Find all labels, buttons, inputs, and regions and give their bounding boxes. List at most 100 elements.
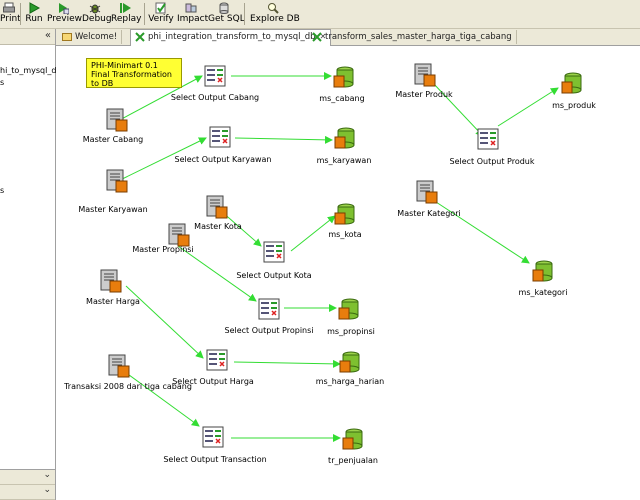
collapse-icon[interactable]: « — [45, 30, 51, 41]
preview-label: Preview — [47, 14, 83, 24]
print-label: Print — [0, 14, 21, 24]
tab-label: phi_integration_transform_to_mysql_db — [148, 32, 316, 42]
select-output-karyawan-step[interactable] — [209, 126, 231, 150]
step-label: ms_propinsi — [327, 327, 375, 336]
collapsed-panel[interactable]: ⌄ — [0, 485, 55, 500]
table-input-icon — [206, 195, 228, 219]
tree-item[interactable]: hi_to_mysql_db — [0, 66, 61, 75]
editor-tab-bar: Welcome! phi_integration_transform_to_my… — [56, 29, 640, 46]
transaksi-step[interactable] — [108, 354, 130, 378]
note-line: Final Transformation to DB — [91, 70, 172, 88]
collapsed-panel[interactable]: ⌄ — [0, 470, 55, 485]
explore-db-button[interactable]: Explore DB — [250, 1, 300, 27]
ms-kategori-step[interactable] — [532, 260, 554, 284]
tr-penjualan-step[interactable] — [342, 428, 364, 452]
step-label: ms_kota — [328, 230, 362, 239]
hop — [234, 135, 333, 144]
run-icon — [29, 2, 40, 14]
master-propinsi-step[interactable] — [168, 223, 190, 247]
tree-item[interactable]: s — [0, 186, 4, 195]
left-panel: « hi_to_mysql_db s s ⌄ ⌄ — [0, 29, 61, 500]
step-label: Master Produk — [395, 90, 453, 99]
table-output-icon — [342, 428, 363, 450]
master-karyawan-step[interactable] — [106, 169, 128, 193]
step-label: tr_penjualan — [328, 456, 378, 465]
table-output-icon — [339, 351, 360, 373]
master-cabang-step[interactable] — [106, 108, 128, 132]
replay-label: Replay — [111, 14, 142, 24]
verify-button[interactable]: Verify — [148, 1, 174, 27]
preview-button[interactable]: Preview — [47, 1, 83, 27]
note-box[interactable]: PHI-Minimart 0.1 Final Transformation to… — [86, 58, 182, 88]
step-label: Master Kategori — [397, 209, 461, 218]
table-input-icon — [106, 108, 128, 132]
transformation-canvas[interactable]: PHI-Minimart 0.1 Final Transformation to… — [56, 46, 640, 500]
ms-karyawan-step[interactable] — [334, 127, 356, 151]
run-button[interactable]: Run — [24, 1, 44, 27]
ms-harga-harian-step[interactable] — [339, 351, 361, 375]
explore-db-icon — [268, 3, 279, 14]
master-produk-step[interactable] — [414, 63, 436, 87]
debug-button[interactable]: Debug — [82, 1, 112, 27]
step-label: ms_kategori — [518, 288, 568, 297]
step-label: Select Output Produk — [449, 157, 535, 166]
step-label: Master Kota — [194, 222, 242, 231]
chevron-down-icon[interactable]: ⌄ — [43, 485, 51, 495]
table-input-icon — [414, 63, 436, 87]
master-kota-step[interactable] — [206, 195, 228, 219]
replay-icon — [120, 3, 131, 13]
explore-db-label: Explore DB — [250, 14, 300, 24]
table-output-icon — [333, 66, 354, 88]
table-output-icon — [338, 298, 359, 320]
tab-welcome[interactable]: Welcome! — [58, 30, 123, 44]
select-values-icon — [477, 128, 499, 150]
debug-label: Debug — [82, 14, 112, 24]
ms-produk-step[interactable] — [561, 72, 583, 96]
step-label: Select Output Karyawan — [174, 155, 272, 164]
impact-button[interactable]: Impact — [177, 1, 208, 27]
tab-phi-integration[interactable]: phi_integration_transform_to_mysql_db ✕ — [130, 29, 332, 46]
hop — [233, 359, 341, 368]
tab-transform-sales[interactable]: transform_sales_master_harga_tiga_cabang — [308, 30, 517, 44]
step-label: Select Output Kota — [236, 271, 312, 280]
transformation-icon — [135, 31, 145, 42]
master-kategori-step[interactable] — [416, 180, 438, 204]
select-output-cabang-step[interactable] — [204, 65, 226, 89]
select-output-produk-step[interactable] — [477, 128, 499, 152]
ms-propinsi-step[interactable] — [338, 298, 360, 322]
left-panel-footer: ⌄ ⌄ — [0, 469, 55, 500]
select-values-icon — [263, 241, 285, 263]
step-label: ms_karyawan — [316, 156, 372, 165]
tree-item[interactable]: s — [0, 78, 4, 87]
impact-icon — [185, 3, 197, 13]
table-output-icon — [334, 203, 355, 225]
select-output-kota-step[interactable] — [263, 241, 285, 265]
select-output-propinsi-step[interactable] — [258, 298, 280, 322]
ms-kota-step[interactable] — [334, 203, 356, 227]
table-input-icon — [106, 169, 128, 193]
select-values-icon — [202, 426, 224, 448]
step-label: Master Propinsi — [132, 245, 194, 254]
select-values-icon — [204, 65, 226, 87]
step-label: Select Output Propinsi — [224, 326, 314, 335]
replay-button[interactable]: Replay — [111, 1, 141, 27]
table-output-icon — [561, 72, 582, 94]
get-sql-label: Get SQL — [208, 14, 245, 24]
run-label: Run — [25, 14, 43, 24]
toolbar: Print Run Preview Debug Replay Verify Im… — [0, 0, 640, 29]
table-input-icon — [168, 223, 190, 247]
get-sql-button[interactable]: Get SQL — [208, 1, 245, 27]
transformation-icon — [312, 31, 322, 42]
debug-icon — [89, 4, 101, 14]
table-output-icon — [532, 260, 553, 282]
chevron-down-icon[interactable]: ⌄ — [43, 470, 51, 480]
table-input-icon — [416, 180, 438, 204]
select-values-icon — [209, 126, 231, 148]
ms-cabang-step[interactable] — [333, 66, 355, 90]
step-label: ms_cabang — [319, 94, 365, 103]
print-button[interactable]: Print — [0, 1, 21, 27]
master-harga-step[interactable] — [100, 269, 122, 293]
toolbar-separator — [144, 3, 145, 25]
select-output-harga-step[interactable] — [206, 349, 228, 373]
select-output-transaction-step[interactable] — [202, 426, 224, 450]
